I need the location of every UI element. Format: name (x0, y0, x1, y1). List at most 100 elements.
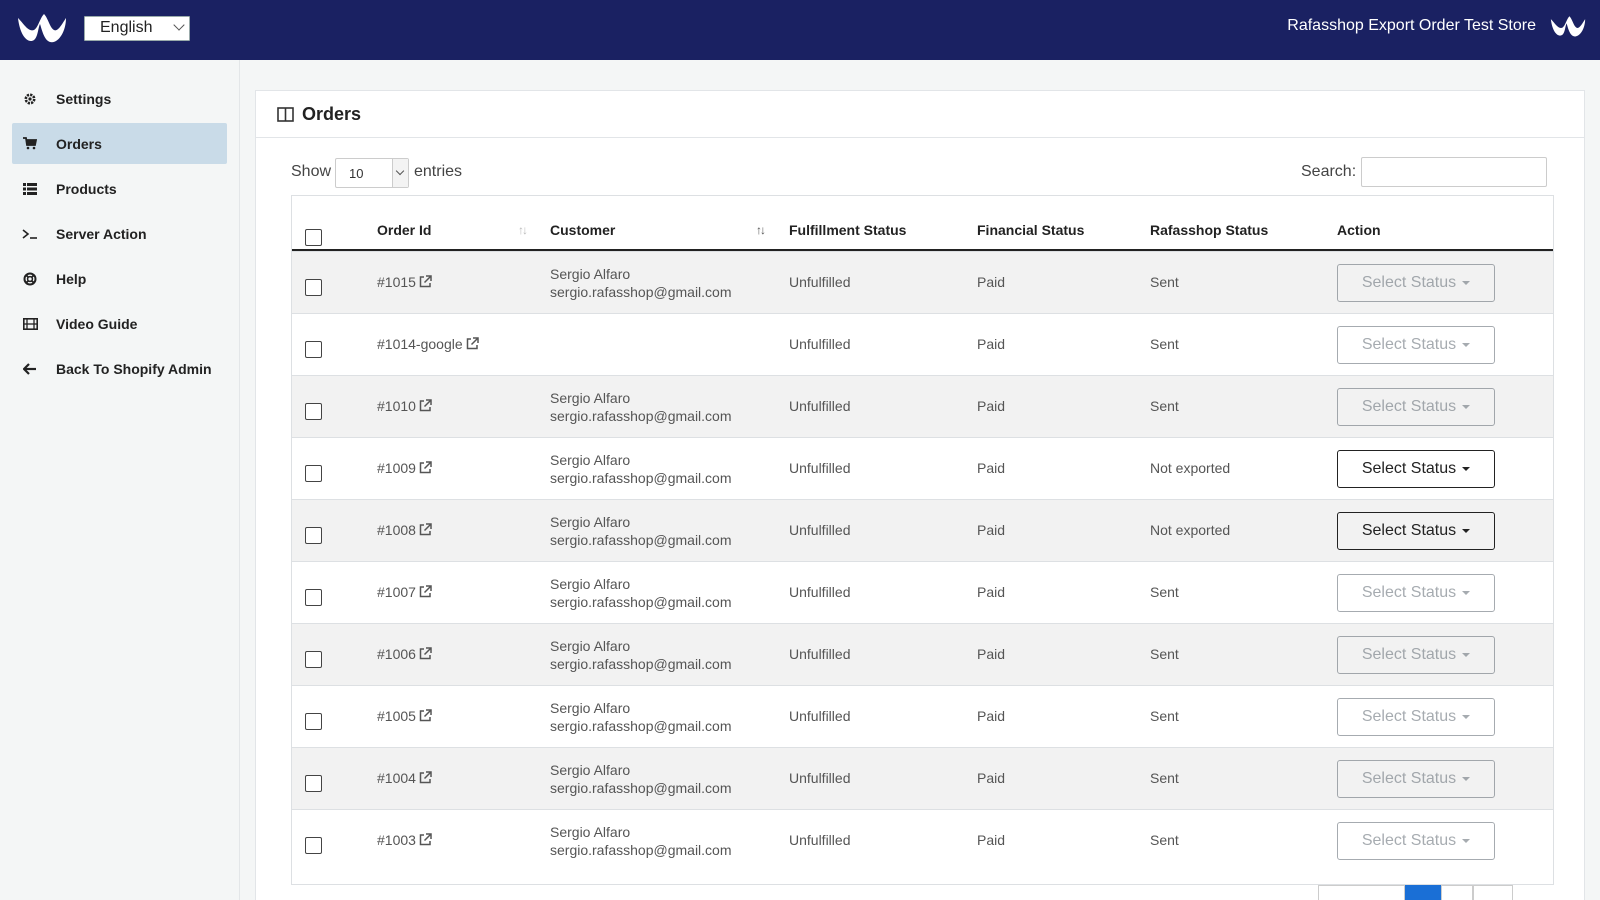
external-link-icon[interactable] (419, 647, 432, 663)
rafasshop-status: Sent (1150, 646, 1179, 662)
sidebar-item-label: Help (56, 270, 87, 287)
select-status-button: Select Status (1337, 760, 1495, 798)
table-row: #1014-google Unfulfilled Paid Sent Select St… (292, 313, 1553, 376)
external-link-icon[interactable] (419, 461, 432, 477)
order-id: #1015 (377, 274, 416, 290)
order-id-link[interactable]: #1009 (377, 460, 432, 477)
sidebar-item-products[interactable]: Products (12, 168, 227, 209)
select-status-button: Select Status (1337, 264, 1495, 302)
store-name: Rafasshop Export Order Test Store (1287, 17, 1536, 34)
table-row: #1009 Sergio Alfaro sergio.rafasshop@gmail… (292, 437, 1553, 500)
entries-label: entries (414, 163, 463, 180)
row-checkbox[interactable] (305, 279, 322, 296)
financial-status: Paid (977, 770, 1006, 786)
row-checkbox[interactable] (305, 589, 322, 606)
lifebuoy-icon (20, 271, 40, 287)
search-input[interactable] (1361, 157, 1547, 187)
order-id-link[interactable]: #1007 (377, 584, 432, 601)
row-checkbox[interactable] (305, 651, 322, 668)
column-header-order-id[interactable]: Order Id (377, 222, 431, 238)
customer-name: Sergio Alfaro (550, 514, 631, 530)
order-id-link[interactable]: #1015 (377, 274, 432, 291)
cart-icon (20, 136, 40, 152)
row-checkbox[interactable] (305, 775, 322, 792)
external-link-icon[interactable] (419, 585, 432, 601)
order-id-link[interactable]: #1004 (377, 770, 432, 787)
sidebar-item-orders[interactable]: Orders (12, 123, 227, 164)
order-id-link[interactable]: #1010 (377, 398, 432, 415)
table-row: #1004 Sergio Alfaro sergio.rafasshop@gmail… (292, 747, 1553, 810)
caret-down-icon (1462, 777, 1471, 781)
language-select[interactable]: English (84, 16, 190, 41)
entries-select-value: 10 (349, 166, 364, 181)
order-id-link[interactable]: #1005 (377, 708, 432, 725)
sidebar-item-server-action[interactable]: Server Action (12, 213, 227, 254)
row-checkbox[interactable] (305, 527, 322, 544)
external-link-icon[interactable] (419, 399, 432, 415)
order-id: #1006 (377, 646, 416, 662)
pagination-next[interactable] (1473, 885, 1513, 900)
order-id-link[interactable]: #1003 (377, 832, 432, 849)
select-all-checkbox[interactable] (305, 229, 322, 246)
row-checkbox[interactable] (305, 341, 322, 358)
column-header-action: Action (1337, 222, 1381, 238)
fulfillment-status: Unfulfilled (789, 460, 851, 476)
external-link-icon[interactable] (419, 771, 432, 787)
external-link-icon[interactable] (419, 523, 432, 539)
caret-down-icon (1462, 343, 1471, 347)
external-link-icon[interactable] (419, 709, 432, 725)
external-link-icon[interactable] (419, 833, 432, 849)
external-link-icon[interactable] (419, 275, 432, 291)
rafasshop-status: Sent (1150, 770, 1179, 786)
row-checkbox[interactable] (305, 465, 322, 482)
caret-down-icon (1462, 405, 1471, 409)
customer-email: sergio.rafasshop@gmail.com (550, 532, 732, 548)
sidebar-item-video-guide[interactable]: Video Guide (12, 303, 227, 344)
column-header-customer[interactable]: Customer (550, 222, 615, 238)
sidebar-item-label: Video Guide (56, 315, 138, 332)
customer-cell: Sergio Alfaro sergio.rafasshop@gmail.com (550, 389, 732, 425)
row-checkbox[interactable] (305, 837, 322, 854)
select-status-label: Select Status (1361, 832, 1457, 849)
columns-icon (277, 106, 294, 122)
pagination-page-current[interactable] (1405, 885, 1441, 900)
row-checkbox[interactable] (305, 403, 322, 420)
order-id: #1007 (377, 584, 416, 600)
table-header: Order Id ↑↓ Customer ↑↓ Fulfillment Stat… (292, 196, 1553, 251)
row-checkbox[interactable] (305, 713, 322, 730)
entries-select[interactable]: 10 (335, 158, 409, 188)
pagination (1318, 885, 1513, 900)
customer-cell: Sergio Alfaro sergio.rafasshop@gmail.com (550, 265, 732, 301)
order-id-link[interactable]: #1014-google (377, 336, 479, 353)
rafasshop-status: Sent (1150, 336, 1179, 352)
sidebar-item-back-to-shopify[interactable]: Back To Shopify Admin (12, 348, 227, 389)
sidebar: Settings Orders Products Server Action H… (0, 60, 240, 900)
terminal-icon (20, 226, 40, 242)
fulfillment-status: Unfulfilled (789, 522, 851, 538)
column-header-rafasshop-status: Rafasshop Status (1150, 222, 1269, 238)
table-row: #1008 Sergio Alfaro sergio.rafasshop@gmail… (292, 499, 1553, 562)
sidebar-item-label: Settings (56, 90, 112, 107)
customer-email: sergio.rafasshop@gmail.com (550, 470, 732, 486)
select-status-button[interactable]: Select Status (1337, 450, 1495, 488)
order-id-link[interactable]: #1008 (377, 522, 432, 539)
external-link-icon[interactable] (466, 337, 479, 353)
sidebar-item-help[interactable]: Help (12, 258, 227, 299)
orders-table: Order Id ↑↓ Customer ↑↓ Fulfillment Stat… (291, 195, 1554, 885)
select-status-button[interactable]: Select Status (1337, 512, 1495, 550)
customer-name: Sergio Alfaro (550, 390, 631, 406)
select-status-label: Select Status (1361, 646, 1457, 663)
sort-icon[interactable]: ↑↓ (756, 223, 766, 237)
select-status-button: Select Status (1337, 636, 1495, 674)
financial-status: Paid (977, 584, 1006, 600)
sort-icon[interactable]: ↑↓ (518, 223, 528, 237)
pagination-page[interactable] (1441, 885, 1473, 900)
pagination-previous[interactable] (1318, 885, 1405, 900)
fulfillment-status: Unfulfilled (789, 274, 851, 290)
sidebar-item-settings[interactable]: Settings (12, 78, 227, 119)
order-id: #1010 (377, 398, 416, 414)
order-id-link[interactable]: #1006 (377, 646, 432, 663)
rafasshop-status: Sent (1150, 584, 1179, 600)
app-logo-icon[interactable] (14, 10, 70, 48)
table-row: #1005 Sergio Alfaro sergio.rafasshop@gmail… (292, 685, 1553, 748)
